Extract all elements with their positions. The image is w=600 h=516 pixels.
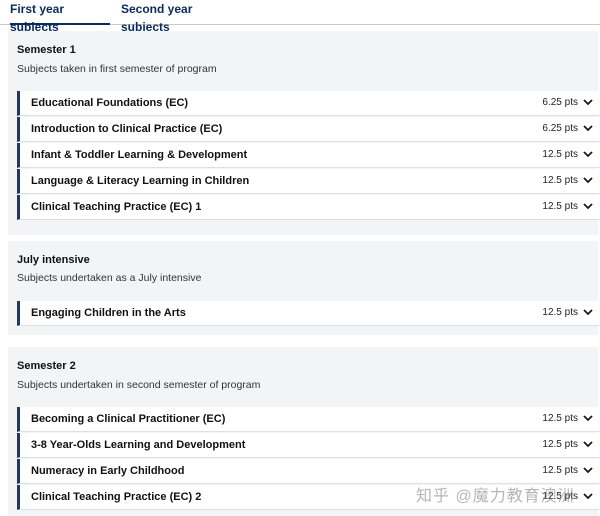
chevron-down-icon[interactable] bbox=[582, 306, 594, 318]
chevron-down-icon[interactable] bbox=[582, 174, 594, 186]
chevron-down-icon[interactable] bbox=[582, 438, 594, 450]
chevron-down-icon[interactable] bbox=[582, 122, 594, 134]
subject-name: Educational Foundations (EC) bbox=[31, 97, 189, 109]
subject-row[interactable]: Numeracy in Early Childhood 12.5 pts bbox=[17, 459, 600, 484]
subject-name: Introduction to Clinical Practice (EC) bbox=[31, 123, 223, 135]
subject-points: 6.25 pts bbox=[542, 123, 578, 134]
subject-points: 12.5 pts bbox=[542, 413, 578, 424]
tab-bar: First year subjects Second year subjects bbox=[0, 0, 600, 34]
tab-first-year-subjects[interactable]: First year subjects bbox=[10, 0, 110, 34]
section-description: Subjects undertaken in second semester o… bbox=[17, 379, 261, 391]
chevron-down-icon[interactable] bbox=[582, 490, 594, 502]
subject-row[interactable]: Clinical Teaching Practice (EC) 1 12.5 p… bbox=[17, 195, 600, 220]
chevron-down-icon[interactable] bbox=[582, 412, 594, 424]
subject-points: 12.5 pts bbox=[542, 465, 578, 476]
tab-second-year-subjects[interactable]: Second year subjects bbox=[121, 0, 233, 34]
subject-points: 6.25 pts bbox=[542, 97, 578, 108]
section-july-intensive: July intensive Subjects undertaken as a … bbox=[8, 241, 600, 335]
chevron-down-icon[interactable] bbox=[582, 148, 594, 160]
subject-name: Infant & Toddler Learning & Development bbox=[31, 149, 248, 161]
subject-row[interactable]: Introduction to Clinical Practice (EC) 6… bbox=[17, 117, 600, 142]
subject-points: 12.5 pts bbox=[542, 307, 578, 318]
watermark: 知乎 @魔力教育澳洲 bbox=[416, 488, 575, 505]
subject-points: 12.5 pts bbox=[542, 439, 578, 450]
section-description: Subjects taken in first semester of prog… bbox=[17, 63, 217, 75]
subject-points: 12.5 pts bbox=[542, 149, 578, 160]
section-title: July intensive bbox=[17, 254, 90, 266]
subject-name: Numeracy in Early Childhood bbox=[31, 465, 185, 477]
subject-row[interactable]: Language & Literacy Learning in Children… bbox=[17, 169, 600, 194]
chevron-down-icon[interactable] bbox=[582, 200, 594, 212]
subject-name: Clinical Teaching Practice (EC) 2 bbox=[31, 491, 202, 503]
section-title: Semester 2 bbox=[17, 360, 76, 372]
subject-row[interactable]: Engaging Children in the Arts 12.5 pts bbox=[17, 301, 600, 326]
section-description: Subjects undertaken as a July intensive bbox=[17, 272, 202, 284]
subject-row[interactable]: Becoming a Clinical Practitioner (EC) 12… bbox=[17, 407, 600, 432]
subject-row[interactable]: Infant & Toddler Learning & Development … bbox=[17, 143, 600, 168]
chevron-down-icon[interactable] bbox=[582, 96, 594, 108]
subject-name: Becoming a Clinical Practitioner (EC) bbox=[31, 413, 226, 425]
subject-name: Clinical Teaching Practice (EC) 1 bbox=[31, 201, 202, 213]
subject-name: 3-8 Year-Olds Learning and Development bbox=[31, 439, 246, 451]
subject-row[interactable]: 3-8 Year-Olds Learning and Development 1… bbox=[17, 433, 600, 458]
subject-row[interactable]: Educational Foundations (EC) 6.25 pts bbox=[17, 91, 600, 116]
subject-points: 12.5 pts bbox=[542, 175, 578, 186]
subject-name: Engaging Children in the Arts bbox=[31, 307, 186, 319]
subject-points: 12.5 pts bbox=[542, 201, 578, 212]
chevron-down-icon[interactable] bbox=[582, 464, 594, 476]
section-semester-1: Semester 1 Subjects taken in first semes… bbox=[8, 31, 600, 235]
subject-name: Language & Literacy Learning in Children bbox=[31, 175, 250, 187]
section-title: Semester 1 bbox=[17, 44, 76, 56]
